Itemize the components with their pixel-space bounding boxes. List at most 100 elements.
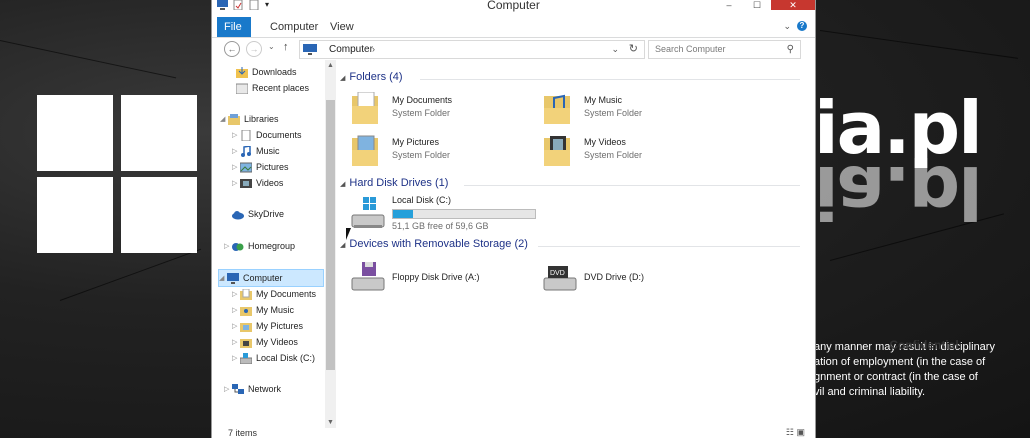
folder-icon	[542, 92, 574, 126]
computer-icon	[303, 44, 317, 55]
nav-item-videos[interactable]: ▷ Videos	[232, 175, 283, 191]
pictures-icon	[239, 162, 253, 173]
expand-arrow-icon[interactable]: ▷	[224, 382, 232, 398]
collapse-arrow-icon[interactable]: ◢	[219, 271, 227, 287]
expand-arrow-icon[interactable]: ▷	[224, 239, 232, 255]
back-button[interactable]: ←	[224, 41, 240, 57]
ribbon-tabs: File Computer View ⌄ ?	[212, 17, 815, 38]
folder-icon	[240, 337, 252, 349]
search-icon[interactable]: ⚲	[787, 41, 794, 58]
group-header-folders[interactable]: ◢ Folders (4)	[340, 71, 800, 87]
nav-item-my-pictures[interactable]: ▷ My Pictures	[232, 318, 303, 334]
expand-arrow-icon[interactable]: ▷	[232, 176, 240, 192]
nav-item-downloads[interactable]: Downloads	[236, 64, 297, 80]
expand-arrow-icon[interactable]: ▷	[232, 335, 240, 351]
window-controls: – ☐ ✕	[715, 0, 815, 10]
folder-icon	[542, 134, 574, 168]
minimize-button[interactable]: –	[715, 0, 743, 10]
videos-icon	[240, 178, 252, 189]
collapse-group-icon[interactable]: ◢	[340, 181, 345, 188]
brand-logo-text: ia.pl	[814, 86, 983, 170]
folder-icon	[240, 305, 252, 317]
tab-view[interactable]: View	[318, 17, 366, 37]
recent-locations-icon[interactable]: ⌄	[268, 42, 275, 51]
computer-icon	[227, 273, 239, 285]
scrollbar-thumb[interactable]	[326, 100, 335, 370]
expand-arrow-icon[interactable]: ▷	[232, 303, 240, 319]
disk-usage-bar	[392, 209, 536, 219]
tab-file[interactable]: File	[217, 17, 251, 37]
divider	[420, 79, 800, 80]
refresh-icon[interactable]: ↻	[629, 41, 638, 58]
windows-logo	[37, 95, 197, 255]
folder-tile-my-videos[interactable]: My Videos System Folder	[542, 134, 722, 170]
nav-item-my-music[interactable]: ▷ My Music	[232, 302, 294, 318]
group-header-removable-storage[interactable]: ◢ Devices with Removable Storage (2)	[340, 238, 800, 254]
nav-item-my-documents[interactable]: ▷ My Documents	[232, 286, 316, 302]
nav-item-network[interactable]: ▷ Network	[224, 381, 281, 397]
music-icon	[240, 145, 252, 158]
expand-arrow-icon[interactable]: ▷	[232, 160, 240, 176]
network-icon	[232, 384, 244, 395]
confidential-line: vil and criminal liability.	[814, 386, 926, 398]
nav-item-my-videos[interactable]: ▷ My Videos	[232, 334, 298, 350]
folder-tile-my-music[interactable]: My Music System Folder	[542, 92, 722, 128]
nav-item-documents[interactable]: ▷ Documents	[232, 127, 302, 143]
nav-item-local-disk[interactable]: ▷ Local Disk (C:)	[232, 350, 315, 366]
search-placeholder: Search Computer	[655, 44, 726, 54]
nav-item-homegroup[interactable]: ▷ Homegroup	[224, 238, 295, 254]
disk-usage-fill	[393, 210, 413, 218]
navpane-scrollbar[interactable]: ▲ ▼	[325, 60, 336, 428]
breadcrumb[interactable]: Computer	[329, 41, 373, 58]
confidential-title: Confidential	[889, 338, 959, 352]
expand-arrow-icon[interactable]: ▷	[232, 144, 240, 160]
search-input[interactable]: Search Computer ⚲	[648, 40, 801, 59]
forward-button[interactable]: →	[246, 41, 262, 57]
nav-item-skydrive[interactable]: SkyDrive	[232, 206, 284, 222]
device-tile-dvd[interactable]: DVD DVD Drive (D:)	[542, 260, 722, 296]
brand-logo-reflection: ia.pl	[814, 158, 981, 228]
collapse-arrow-icon[interactable]: ◢	[220, 112, 228, 128]
nav-item-recent-places[interactable]: Recent places	[235, 80, 309, 96]
folder-tile-my-pictures[interactable]: My Pictures System Folder	[350, 134, 530, 170]
documents-icon	[240, 129, 252, 142]
maximize-button[interactable]: ☐	[743, 0, 771, 10]
ribbon-expand-icon[interactable]: ⌄	[783, 21, 791, 32]
floppy-drive-icon	[350, 260, 385, 294]
expand-arrow-icon[interactable]: ▷	[232, 351, 240, 367]
recent-places-icon	[235, 83, 249, 95]
expand-arrow-icon[interactable]: ▷	[232, 128, 240, 144]
scroll-down-icon[interactable]: ▼	[325, 419, 336, 426]
collapse-group-icon[interactable]: ◢	[340, 242, 345, 249]
close-button[interactable]: ✕	[771, 0, 815, 10]
nav-item-computer[interactable]: ◢ Computer	[218, 269, 324, 287]
expand-arrow-icon[interactable]: ▷	[232, 319, 240, 335]
item-count: 7 items	[228, 428, 258, 438]
homegroup-icon	[232, 241, 244, 252]
help-icon[interactable]: ?	[797, 21, 807, 31]
confidential-notice: Confidential any manner may result in di…	[814, 338, 1030, 400]
nav-item-libraries[interactable]: ◢ Libraries	[220, 111, 279, 127]
status-bar: 7 items ☷ ▣	[212, 426, 815, 438]
address-dropdown-icon[interactable]: ⌄	[611, 41, 619, 58]
address-bar[interactable]: Computer › ⌄ ↻	[299, 40, 645, 59]
address-row: ← → ⌄ ↑ Computer › ⌄ ↻ Search Computer ⚲	[212, 39, 815, 59]
downloads-icon	[236, 67, 248, 79]
scroll-up-icon[interactable]: ▲	[325, 62, 336, 69]
nav-item-pictures[interactable]: ▷ Pictures	[232, 159, 289, 175]
breadcrumb-chevron-icon[interactable]: ›	[372, 41, 375, 58]
drive-tile-local-disk[interactable]: Local Disk (C:) 51,1 GB free of 59,6 GB	[350, 195, 550, 233]
explorer-window: ▾ Computer – ☐ ✕ File Computer View ⌄ ? …	[211, 0, 816, 438]
device-tile-floppy[interactable]: Floppy Disk Drive (A:)	[350, 260, 530, 296]
confidential-line: gnment or contract (in the case of	[814, 371, 978, 383]
folder-icon	[240, 288, 252, 301]
dvd-drive-icon: DVD	[542, 260, 577, 294]
expand-arrow-icon[interactable]: ▷	[232, 287, 240, 303]
libraries-icon	[228, 114, 240, 126]
up-button[interactable]: ↑	[283, 41, 289, 53]
group-header-hard-disk-drives[interactable]: ◢ Hard Disk Drives (1)	[340, 177, 800, 193]
view-toggle-icons[interactable]: ☷ ▣	[786, 427, 805, 438]
collapse-group-icon[interactable]: ◢	[340, 75, 345, 82]
nav-item-music[interactable]: ▷ Music	[232, 143, 280, 159]
folder-tile-my-documents[interactable]: My Documents System Folder	[350, 91, 530, 128]
